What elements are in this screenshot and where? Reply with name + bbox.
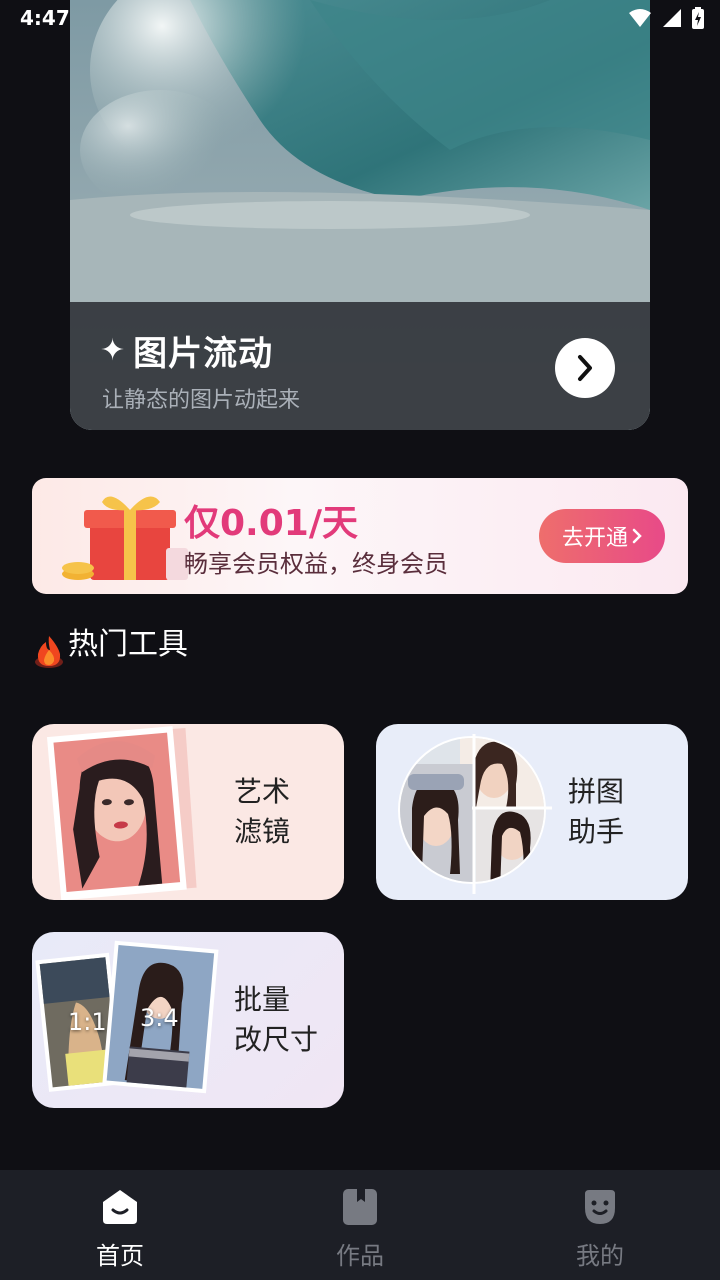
- nav-item-profile[interactable]: 我的: [480, 1170, 720, 1280]
- batch-resize-thumbnail: [35, 940, 219, 1094]
- collage-helper-card[interactable]: 拼图 助手: [376, 724, 688, 900]
- gift-icon: [62, 496, 188, 580]
- wifi-icon: [629, 9, 651, 27]
- sparkle-icon: ✦: [100, 332, 126, 368]
- status-time: 4:47: [20, 6, 70, 30]
- nav-label-home: 首页: [96, 1242, 144, 1270]
- battery-icon: [692, 7, 704, 29]
- vip-cta-label: 去开通: [561, 526, 628, 551]
- hot-tools-header: 热门工具: [34, 622, 188, 670]
- chevron-right-icon: [578, 355, 592, 381]
- flame-icon: [35, 636, 63, 668]
- art-filter-label: 艺术 滤镜: [234, 775, 291, 848]
- hero-subtitle: 让静态的图片动起来: [102, 388, 301, 413]
- nav-label-works: 作品: [336, 1242, 384, 1270]
- nav-label-profile: 我的: [576, 1242, 624, 1270]
- signal-icon: [663, 9, 681, 27]
- nav-item-home[interactable]: 首页: [0, 1170, 240, 1280]
- works-icon: [343, 1189, 377, 1225]
- vip-price: 仅0.01/天: [184, 503, 358, 544]
- profile-icon: [585, 1190, 615, 1224]
- chevron-right-icon: [632, 528, 642, 544]
- nav-item-works[interactable]: 作品: [240, 1170, 480, 1280]
- batch-resize-card[interactable]: 1:1 3:4 批量 改尺寸: [32, 932, 344, 1108]
- ratio-3-4-label: 3:4: [140, 1004, 179, 1032]
- status-bar: 4:47: [0, 0, 720, 36]
- art-filter-thumbnail: [46, 726, 197, 900]
- collage-helper-label: 拼图 助手: [568, 775, 625, 848]
- home-icon: [103, 1190, 137, 1224]
- batch-resize-label: 批量 改尺寸: [234, 983, 319, 1056]
- vip-activate-button[interactable]: 去开通: [539, 509, 665, 563]
- vip-description: 畅享会员权益，终身会员: [184, 550, 448, 578]
- bottom-nav: 首页 作品 我的: [0, 1170, 720, 1280]
- picture-flow-card[interactable]: ✦ 图片流动 让静态的图片动起来: [70, 0, 650, 430]
- collage-thumbnail: [398, 734, 552, 894]
- hero-title: 图片流动: [133, 334, 274, 374]
- status-icons: [628, 7, 704, 29]
- ratio-1-1-label: 1:1: [68, 1008, 107, 1036]
- hot-tools-title: 热门工具: [68, 627, 188, 662]
- hero-arrow-button[interactable]: [555, 338, 615, 398]
- hero-title-row: ✦ 图片流动: [100, 326, 273, 375]
- art-filter-card[interactable]: 艺术 滤镜: [32, 724, 344, 900]
- vip-banner[interactable]: 仅0.01/天 畅享会员权益，终身会员 去开通: [32, 478, 688, 594]
- screen: 4:47 ✦ 图片流动 让静态的图片动起来 仅0.01/天 畅享会员权益，终身会…: [0, 0, 720, 1280]
